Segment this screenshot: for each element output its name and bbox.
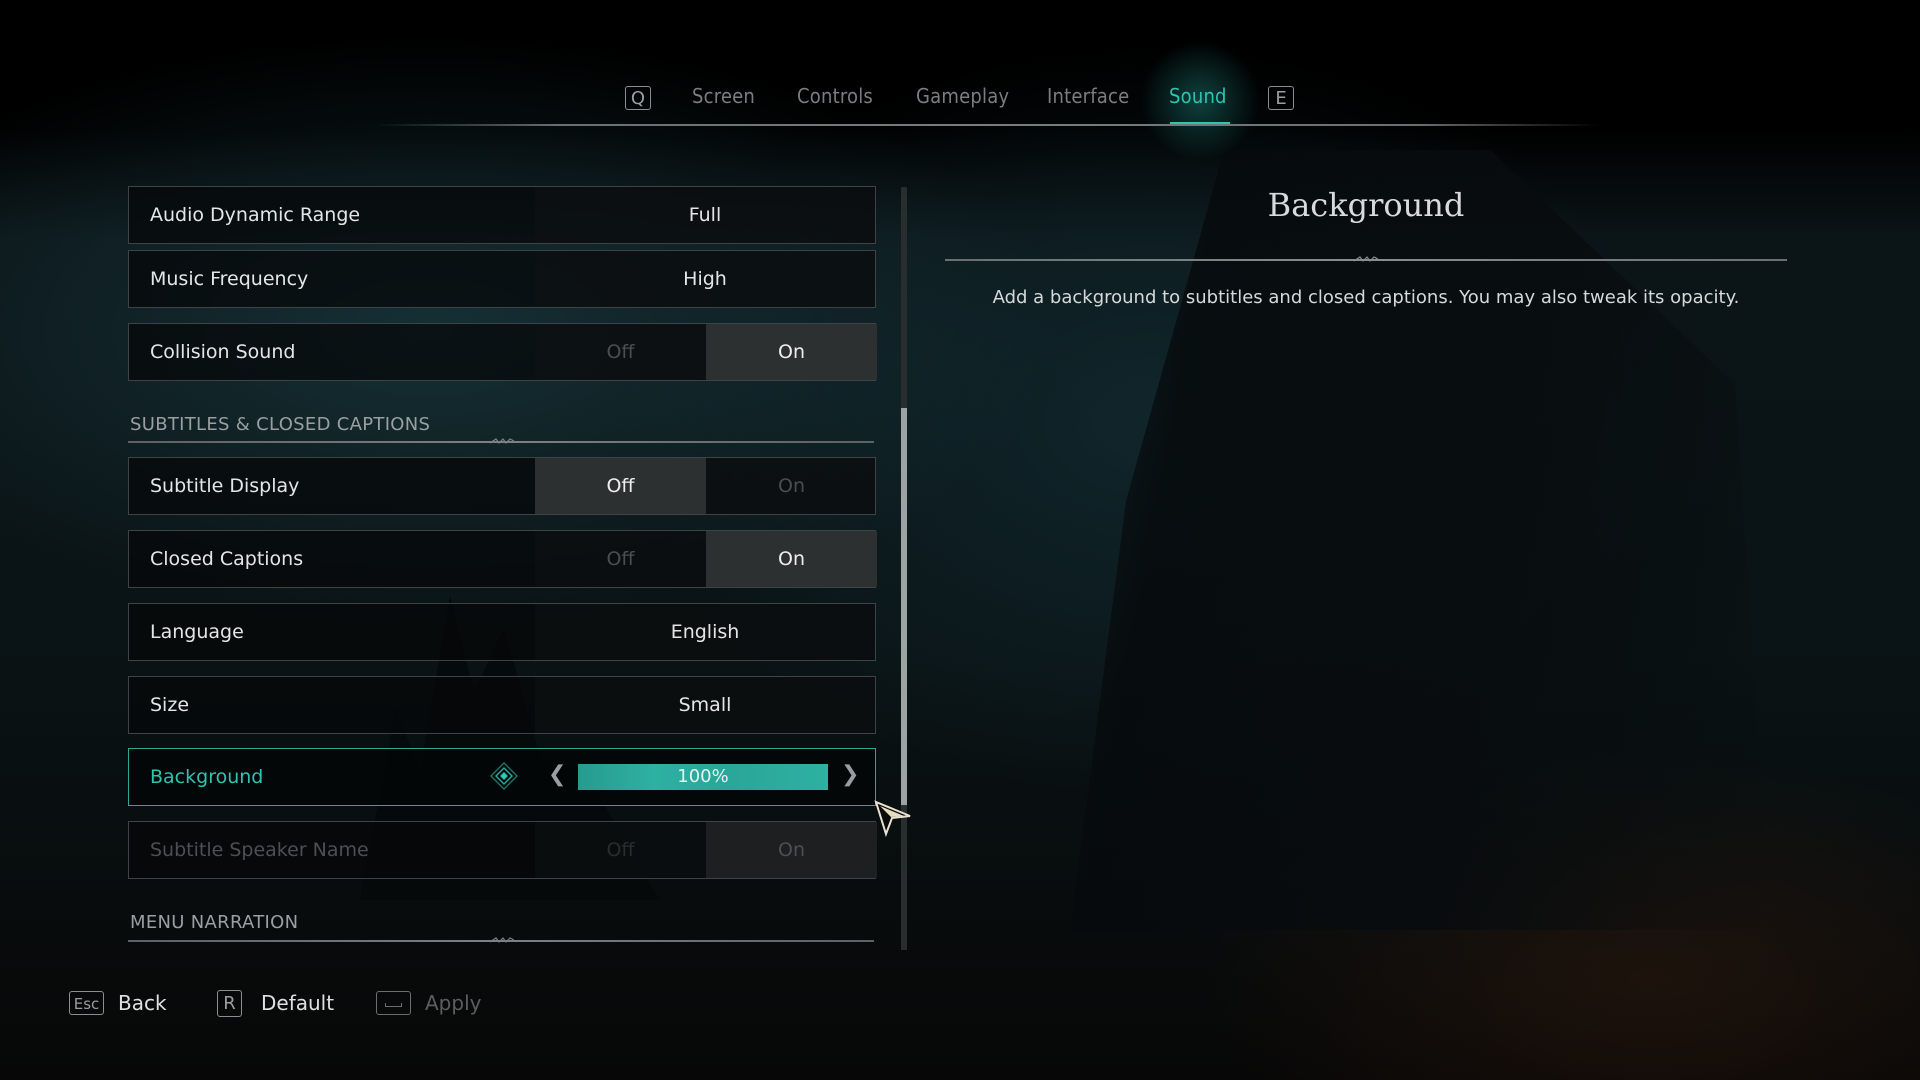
setting-label: Background bbox=[150, 766, 264, 788]
detail-description: Add a background to subtitles and closed… bbox=[992, 287, 1740, 308]
setting-collision-sound[interactable]: Collision Sound Off On bbox=[128, 323, 877, 381]
setting-label: Collision Sound bbox=[150, 341, 296, 363]
detail-title: Background bbox=[1267, 186, 1465, 224]
space-bar-icon bbox=[376, 991, 411, 1015]
mouse-pointer-icon bbox=[874, 800, 911, 838]
slider-value: 100% bbox=[677, 766, 729, 787]
setting-closed-captions[interactable]: Closed Captions Off On bbox=[128, 530, 877, 588]
toggle-off-option[interactable]: Off bbox=[535, 531, 706, 587]
toggle-off-option[interactable]: Off bbox=[535, 458, 706, 514]
setting-label: Size bbox=[150, 694, 190, 716]
setting-label: Subtitle Speaker Name bbox=[150, 839, 369, 861]
section-header-subtitles: SUBTITLES & CLOSED CAPTIONS bbox=[130, 414, 431, 435]
apply-label: Apply bbox=[425, 991, 482, 1015]
prev-tab-key[interactable]: Q bbox=[625, 86, 651, 110]
scrollbar-thumb[interactable] bbox=[901, 408, 907, 806]
setting-label: Audio Dynamic Range bbox=[150, 204, 361, 226]
ornament-icon bbox=[1354, 256, 1378, 262]
setting-size[interactable]: Size Small bbox=[128, 676, 876, 734]
default-label: Default bbox=[261, 991, 335, 1015]
setting-background[interactable]: Background ❮ 100% ❯ bbox=[128, 748, 876, 806]
setting-subtitle-display[interactable]: Subtitle Display Off On bbox=[128, 457, 876, 515]
setting-label: Language bbox=[150, 621, 244, 643]
setting-value[interactable]: High bbox=[535, 251, 875, 307]
tab-sound[interactable]: Sound bbox=[1169, 84, 1227, 108]
tab-gameplay[interactable]: Gameplay bbox=[916, 84, 1009, 108]
setting-subtitle-speaker-name: Subtitle Speaker Name Off On bbox=[128, 821, 877, 879]
toggle-on-option: On bbox=[706, 822, 877, 878]
slider-increase-chevron-right-icon[interactable]: ❯ bbox=[841, 763, 859, 787]
setting-value[interactable]: Full bbox=[535, 187, 875, 243]
next-tab-key[interactable]: E bbox=[1268, 86, 1294, 110]
tabs-divider bbox=[375, 124, 1600, 126]
reset-diamond-icon bbox=[489, 761, 519, 791]
setting-label: Closed Captions bbox=[150, 548, 304, 570]
ornament-icon bbox=[490, 438, 514, 444]
toggle-on-option[interactable]: On bbox=[706, 531, 877, 587]
tab-screen[interactable]: Screen bbox=[692, 84, 755, 108]
toggle-on-option[interactable]: On bbox=[706, 458, 877, 514]
background-opacity-slider[interactable]: 100% bbox=[578, 764, 828, 790]
settings-tabs: Q Screen Controls Gameplay Interface Sou… bbox=[0, 40, 1920, 160]
setting-audio-dynamic-range[interactable]: Audio Dynamic Range Full bbox=[128, 186, 876, 244]
slider-decrease-chevron-left-icon[interactable]: ❮ bbox=[548, 763, 566, 787]
setting-music-frequency[interactable]: Music Frequency High bbox=[128, 250, 876, 308]
section-header-menu-narration: MENU NARRATION bbox=[130, 912, 299, 933]
ornament-icon bbox=[490, 937, 514, 943]
tab-controls[interactable]: Controls bbox=[797, 84, 873, 108]
toggle-off-option: Off bbox=[606, 839, 635, 861]
toggle-off-option[interactable]: Off bbox=[535, 324, 706, 380]
toggle-on-option[interactable]: On bbox=[706, 324, 877, 380]
tab-interface[interactable]: Interface bbox=[1047, 84, 1129, 108]
setting-language[interactable]: Language English bbox=[128, 603, 876, 661]
esc-key-icon: Esc bbox=[69, 991, 104, 1015]
setting-value[interactable]: Small bbox=[535, 677, 875, 733]
back-label: Back bbox=[118, 991, 167, 1015]
setting-label: Subtitle Display bbox=[150, 475, 300, 497]
setting-label: Music Frequency bbox=[150, 268, 309, 290]
setting-value[interactable]: English bbox=[535, 604, 875, 660]
r-key-icon: R bbox=[217, 990, 242, 1017]
